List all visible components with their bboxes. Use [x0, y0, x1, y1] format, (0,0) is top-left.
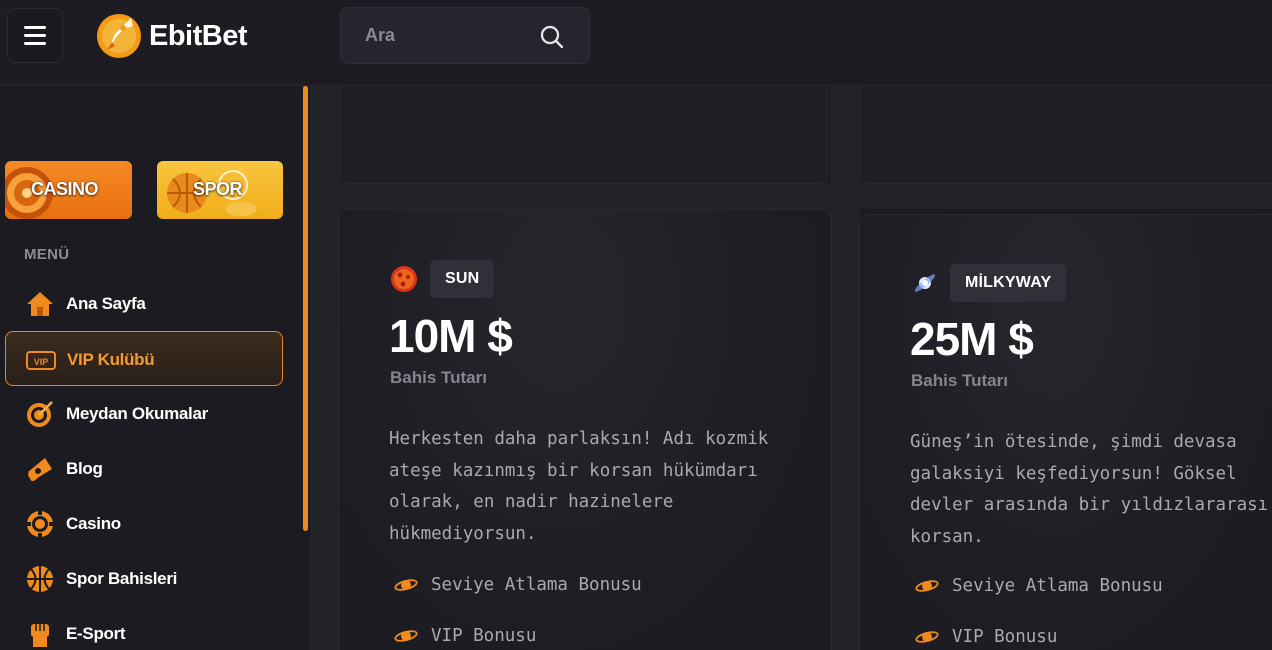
tier-amount-label: Bahis Tutarı: [911, 371, 1008, 390]
category-casino-button[interactable]: CASINO: [5, 161, 132, 219]
target-icon: [27, 401, 53, 427]
svg-text:VIP: VIP: [34, 357, 49, 367]
planet-icon: [394, 630, 418, 642]
category-spor-button[interactable]: SPOR: [157, 161, 283, 219]
sidebar-item-label: Ana Sayfa: [66, 294, 146, 313]
home-icon: [27, 292, 53, 316]
site-logo[interactable]: EbitBet: [95, 10, 248, 62]
top-header: EbitBet: [0, 0, 1272, 86]
content-gutter: [310, 86, 340, 650]
tier-card-milkyway: MİLKYWAY 25M $ Bahis Tutarı Güneş’in öte…: [859, 214, 1272, 650]
sun-icon: [391, 266, 417, 292]
sidebar-item-label: Casino: [66, 514, 121, 533]
sidebar-item-spor-bahisleri[interactable]: Spor Bahisleri: [5, 551, 283, 606]
tier-badge: MİLKYWAY: [950, 264, 1067, 302]
column-gutter: [830, 86, 860, 650]
sidebar-item-ana-sayfa[interactable]: Ana Sayfa: [5, 276, 283, 331]
logo-text: EbitBet: [149, 19, 248, 52]
fist-icon: [31, 624, 49, 647]
bonus-item: VIP Bonusu: [394, 626, 536, 646]
sidebar-scrollbar[interactable]: [303, 86, 308, 531]
bonus-label: Seviye Atlama Bonusu: [952, 576, 1163, 596]
sidebar-item-e-sport[interactable]: E-Sport: [5, 606, 283, 650]
search-icon[interactable]: [539, 24, 565, 50]
menu-line: [24, 42, 46, 45]
tier-card-sun: SUN 10M $ Bahis Tutarı Herkesten daha pa…: [338, 209, 832, 650]
sidebar-item-label: E-Sport: [66, 624, 126, 643]
bonus-item: Seviye Atlama Bonusu: [915, 576, 1163, 596]
tier-amount-label: Bahis Tutarı: [390, 368, 487, 387]
menu-line: [24, 34, 46, 37]
sidebar-item-label: Spor Bahisleri: [66, 569, 178, 588]
planet-icon: [915, 580, 939, 592]
tier-amount: 10M $: [389, 310, 513, 362]
menu-line: [24, 26, 46, 29]
bonus-label: VIP Bonusu: [431, 626, 537, 646]
sidebar-item-label: Blog: [66, 459, 103, 478]
sidebar-item-casino[interactable]: Casino: [5, 496, 283, 551]
chip-icon: [26, 510, 54, 538]
search-box[interactable]: [340, 7, 590, 64]
sidebar-item-blog[interactable]: Blog: [5, 441, 283, 496]
search-input[interactable]: [365, 25, 535, 46]
menu-section-title: MENÜ: [24, 246, 70, 263]
category-spor-label: SPOR: [193, 179, 243, 199]
bonus-item: VIP Bonusu: [915, 627, 1057, 647]
basketball-icon: [27, 566, 53, 592]
tier-amount: 25M $: [910, 313, 1034, 365]
galaxy-icon: [914, 274, 936, 292]
bonus-label: VIP Bonusu: [952, 627, 1058, 647]
sidebar-item-label: Meydan Okumalar: [66, 404, 208, 423]
bonus-label: Seviye Atlama Bonusu: [431, 575, 642, 595]
category-casino-label: CASINO: [31, 179, 99, 199]
sidebar-item-label: VIP Kulübü: [67, 350, 155, 369]
tier-card-previous-right: [860, 86, 1272, 184]
rocket-logo-icon: [97, 14, 141, 58]
planet-icon: [915, 631, 939, 643]
sidebar-item-meydan-okumalar[interactable]: Meydan Okumalar: [5, 386, 283, 441]
tier-description: Güneş’in ötesinde, şimdi devasa galaksiy…: [910, 432, 1269, 547]
tier-badge: SUN: [430, 260, 495, 298]
tier-description: Herkesten daha parlaksın! Adı kozmik ate…: [389, 429, 769, 544]
planet-icon: [394, 579, 418, 591]
vip-ticket-icon: VIP: [26, 351, 56, 370]
megaphone-icon: [28, 458, 52, 482]
sidebar-item-vip-kulubu[interactable]: VIP VIP Kulübü: [5, 331, 283, 386]
tier-card-previous-left: [340, 86, 828, 184]
row-gutter: [310, 184, 1272, 209]
bonus-item: Seviye Atlama Bonusu: [394, 575, 642, 595]
hamburger-menu-button[interactable]: [7, 8, 63, 63]
